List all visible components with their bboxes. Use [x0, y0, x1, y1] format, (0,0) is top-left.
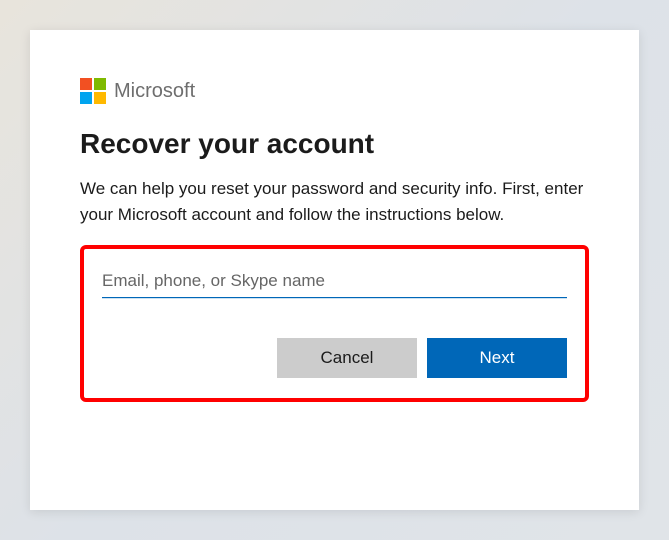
account-input[interactable]	[102, 265, 567, 298]
button-row: Cancel Next	[102, 338, 567, 378]
next-button[interactable]: Next	[427, 338, 567, 378]
brand-name: Microsoft	[114, 80, 195, 103]
cancel-button[interactable]: Cancel	[277, 338, 417, 378]
brand-row: Microsoft	[80, 78, 589, 104]
form-highlight: Cancel Next	[80, 245, 589, 402]
recovery-card: Microsoft Recover your account We can he…	[30, 30, 639, 510]
page-description: We can help you reset your password and …	[80, 176, 589, 227]
microsoft-logo-icon	[80, 78, 106, 104]
page-title: Recover your account	[80, 128, 589, 160]
